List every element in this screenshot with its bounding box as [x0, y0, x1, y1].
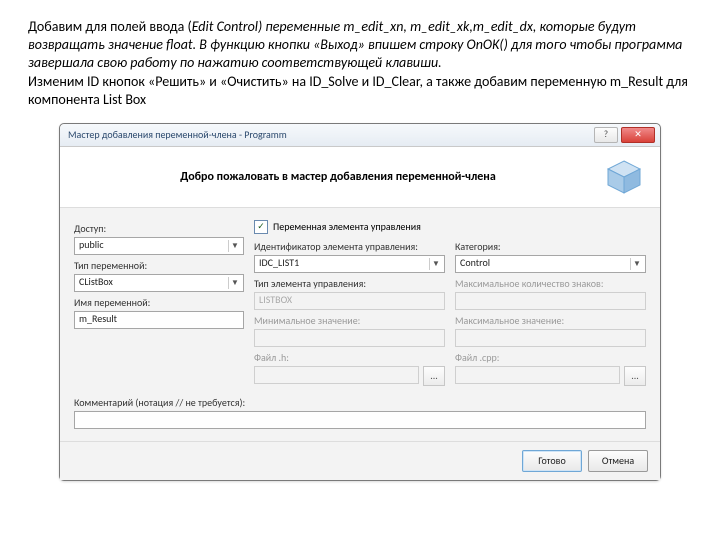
vartype-select[interactable]: CListBox — [74, 274, 244, 292]
cube-icon — [602, 157, 646, 197]
fileh-browse-button[interactable]: ... — [423, 366, 445, 386]
label-maxval: Максимальное значение: — [455, 314, 646, 327]
filecpp-browse-button[interactable]: ... — [624, 366, 646, 386]
ctrlid-select[interactable]: IDC_LIST1 — [254, 255, 445, 273]
label-varname: Имя переменной: — [74, 296, 244, 309]
label-category: Категория: — [455, 240, 646, 253]
titlebar: Мастер добавления переменной-члена - Pro… — [60, 124, 660, 147]
maxchars-input — [455, 292, 646, 310]
filecpp-input — [455, 366, 620, 384]
label-fileh: Файл .h: — [254, 351, 445, 364]
para-text-1a: Добавим для полей ввода ( — [28, 18, 192, 35]
para-text-2: Изменим ID кнопок «Решить» и «Очистить» … — [28, 73, 688, 108]
cancel-button[interactable]: Отмена — [588, 450, 648, 472]
finish-button[interactable]: Готово — [522, 450, 582, 472]
window-title: Мастер добавления переменной-члена - Pro… — [68, 128, 594, 141]
varname-input[interactable]: m_Result — [74, 311, 244, 329]
minval-input — [254, 329, 445, 347]
wizard-header-text: Добро пожаловать в мастер добавления пер… — [74, 170, 602, 184]
label-ctrltype: Тип элемента управления: — [254, 277, 445, 290]
label-minval: Минимальное значение: — [254, 314, 445, 327]
description-paragraph: Добавим для полей ввода (Edit Control) п… — [28, 18, 692, 109]
fileh-input — [254, 366, 419, 384]
help-button[interactable]: ? — [594, 127, 618, 143]
comment-input[interactable] — [74, 411, 646, 429]
label-ctrlvar: Переменная элемента управления — [273, 220, 421, 233]
label-vartype: Тип переменной: — [74, 259, 244, 272]
wizard-body: Доступ: public ▼ Тип переменной: CListBo… — [60, 208, 660, 441]
ctrlvar-checkbox[interactable]: ✓ — [254, 220, 268, 234]
ctrltype-display: LISTBOX — [254, 292, 445, 310]
wizard-footer: Готово Отмена — [60, 441, 660, 480]
label-filecpp: Файл .cpp: — [455, 351, 646, 364]
close-button[interactable]: ✕ — [621, 127, 655, 143]
wizard-window: Мастер добавления переменной-члена - Pro… — [59, 123, 661, 481]
label-maxchars: Максимальное количество знаков: — [455, 277, 646, 290]
label-comment: Комментарий (нотация // не требуется): — [74, 396, 646, 409]
wizard-header: Добро пожаловать в мастер добавления пер… — [60, 147, 660, 208]
label-access: Доступ: — [74, 222, 244, 235]
maxval-input — [455, 329, 646, 347]
label-ctrlid: Идентификатор элемента управления: — [254, 240, 445, 253]
category-select[interactable]: Control — [455, 255, 646, 273]
access-select[interactable]: public — [74, 237, 244, 255]
